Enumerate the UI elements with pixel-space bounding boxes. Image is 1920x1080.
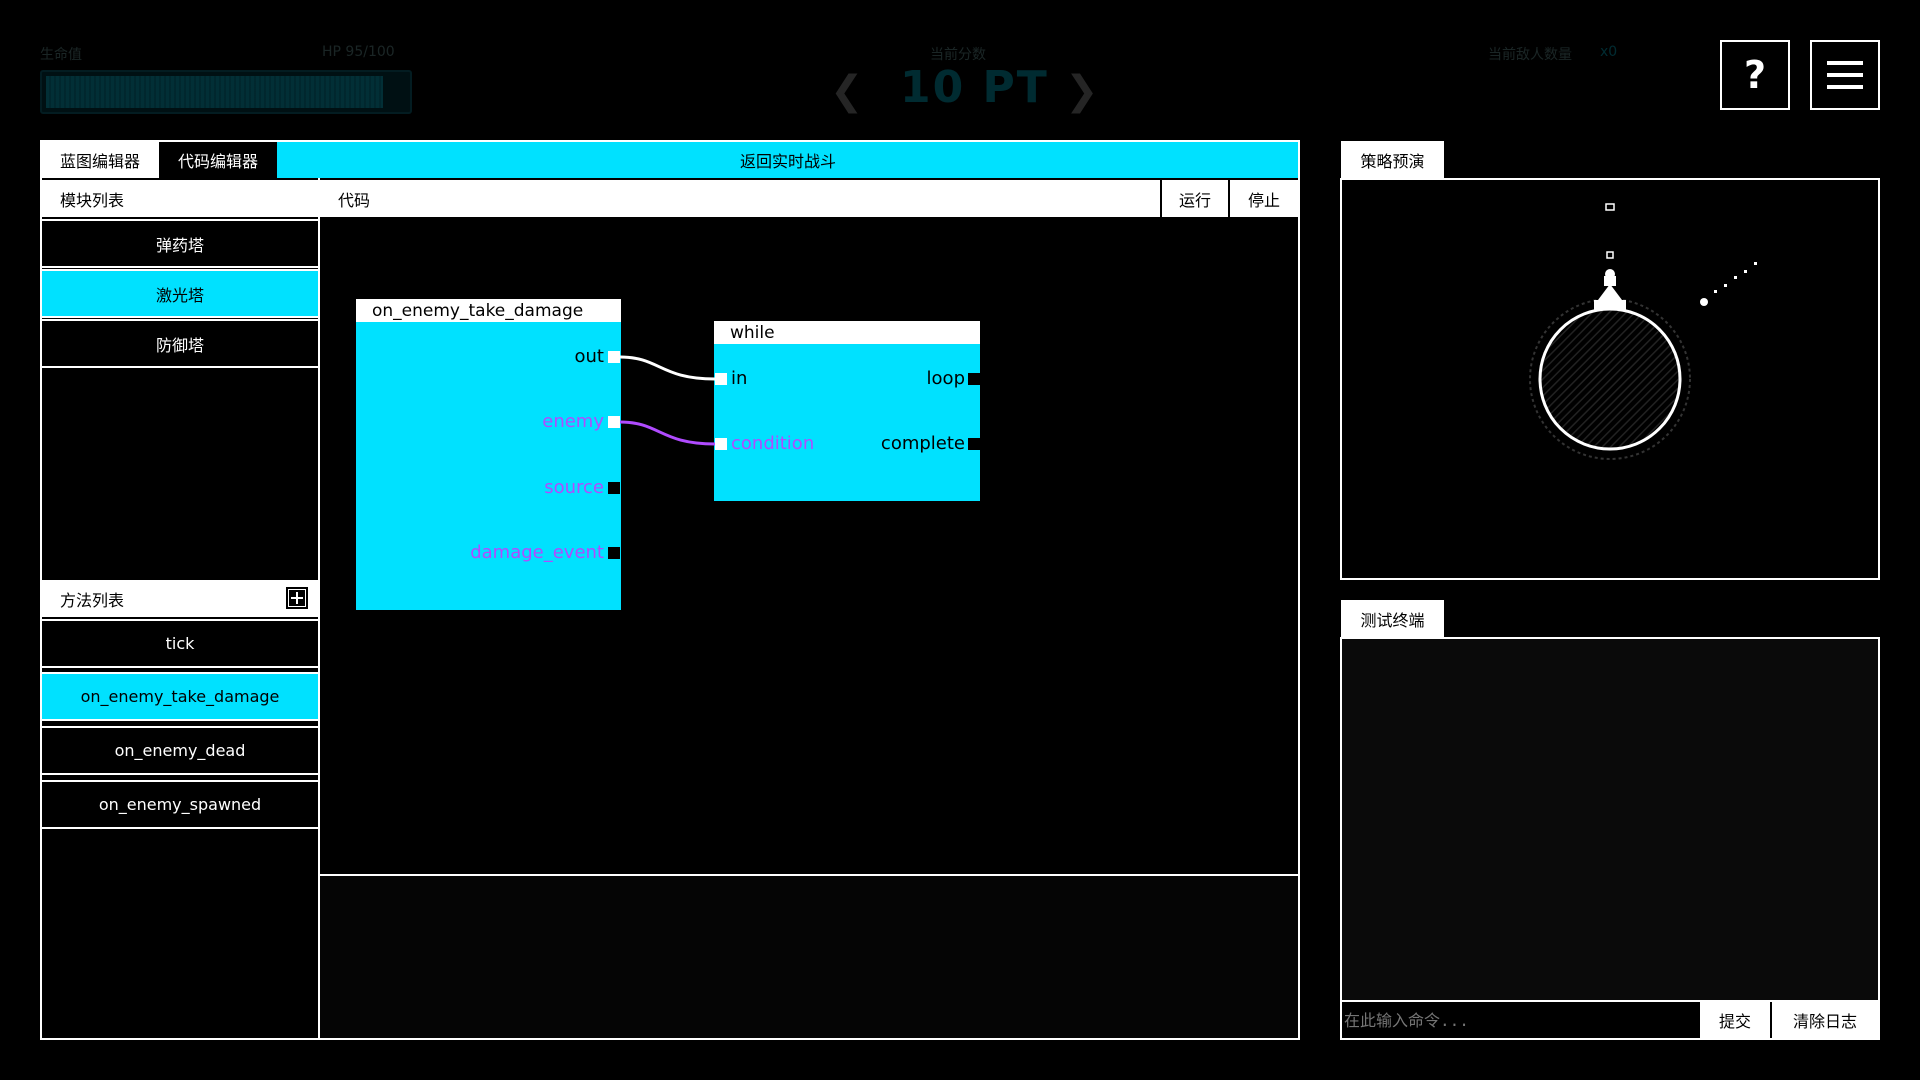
enemy-icon (1700, 262, 1757, 306)
hamburger-icon (1827, 61, 1863, 89)
preview-panel-title: 策略预演 (1341, 141, 1444, 178)
menu-button[interactable] (1810, 40, 1880, 110)
stop-button[interactable]: 停止 (1230, 180, 1298, 217)
help-button[interactable]: ? (1720, 40, 1790, 110)
hp-label: 生命值 (40, 47, 82, 63)
help-icon: ? (1743, 53, 1767, 97)
event-pin-enemy[interactable] (608, 416, 620, 428)
top-marker-icon (1605, 203, 1615, 211)
plus-icon (288, 589, 306, 607)
event-pin-damage-event-label: damage_event (470, 542, 604, 563)
while-pin-condition[interactable] (715, 438, 727, 450)
while-pin-in[interactable] (715, 373, 727, 385)
preview-scene (1529, 203, 1757, 460)
event-pin-out-label: out (574, 346, 604, 367)
base-circle (1538, 307, 1682, 451)
while-node-title[interactable]: while (714, 321, 980, 345)
event-pin-source-label: source (544, 477, 604, 498)
next-arrow-icon[interactable]: ❯ (1065, 68, 1099, 114)
event-node-title[interactable]: on_enemy_take_damage (356, 299, 621, 323)
hp-bar-fill (46, 76, 383, 108)
method-list-title-text: 方法列表 (60, 590, 125, 610)
run-button[interactable]: 运行 (1162, 180, 1228, 217)
while-pin-loop[interactable] (968, 373, 980, 385)
while-pin-complete-label: complete (880, 433, 965, 454)
module-list-title: 模块列表 (42, 180, 318, 217)
terminal-command-input[interactable] (1342, 1002, 1698, 1038)
enemies-value: x0 (1600, 44, 1618, 60)
method-item-on-enemy-spawned[interactable]: on_enemy_spawned (40, 780, 320, 829)
event-pin-source[interactable] (608, 482, 620, 494)
terminal-log (1340, 637, 1880, 1002)
terminal-panel-title: 测试终端 (1341, 600, 1444, 637)
code-output-area (320, 874, 1298, 1038)
points-value: 10 PT (900, 62, 1049, 113)
module-item-ammo-tower[interactable]: 弹药塔 (40, 219, 320, 268)
clear-log-button[interactable]: 清除日志 (1772, 1002, 1878, 1038)
module-item-laser-tower[interactable]: 激光塔 (40, 269, 320, 318)
submit-button[interactable]: 提交 (1700, 1002, 1770, 1038)
enemies-label: 当前敌人数量 (1488, 47, 1572, 63)
while-pin-condition-label: condition (731, 433, 815, 454)
while-pin-complete[interactable] (968, 438, 980, 450)
code-panel-title: 代码 (320, 180, 1160, 217)
method-list-title: 方法列表 (42, 580, 318, 617)
tower-marker-icon (1606, 251, 1614, 259)
event-pin-damage-event[interactable] (608, 547, 620, 559)
method-item-on-enemy-take-damage[interactable]: on_enemy_take_damage (40, 672, 320, 721)
points-label: 当前分数 (930, 47, 986, 63)
while-pin-loop-label: loop (926, 368, 965, 389)
add-method-button[interactable] (286, 587, 308, 609)
method-item-tick[interactable]: tick (40, 619, 320, 668)
hp-value: HP 95/100 (322, 44, 395, 60)
while-pin-in-label: in (731, 368, 748, 389)
method-item-on-enemy-dead[interactable]: on_enemy_dead (40, 726, 320, 775)
tower-icon (1594, 269, 1626, 310)
event-pin-out[interactable] (608, 351, 620, 363)
event-pin-enemy-label: enemy (542, 411, 604, 432)
strategy-preview-canvas (1340, 178, 1880, 580)
module-item-defense-tower[interactable]: 防御塔 (40, 319, 320, 368)
prev-arrow-icon[interactable]: ❮ (830, 68, 864, 114)
